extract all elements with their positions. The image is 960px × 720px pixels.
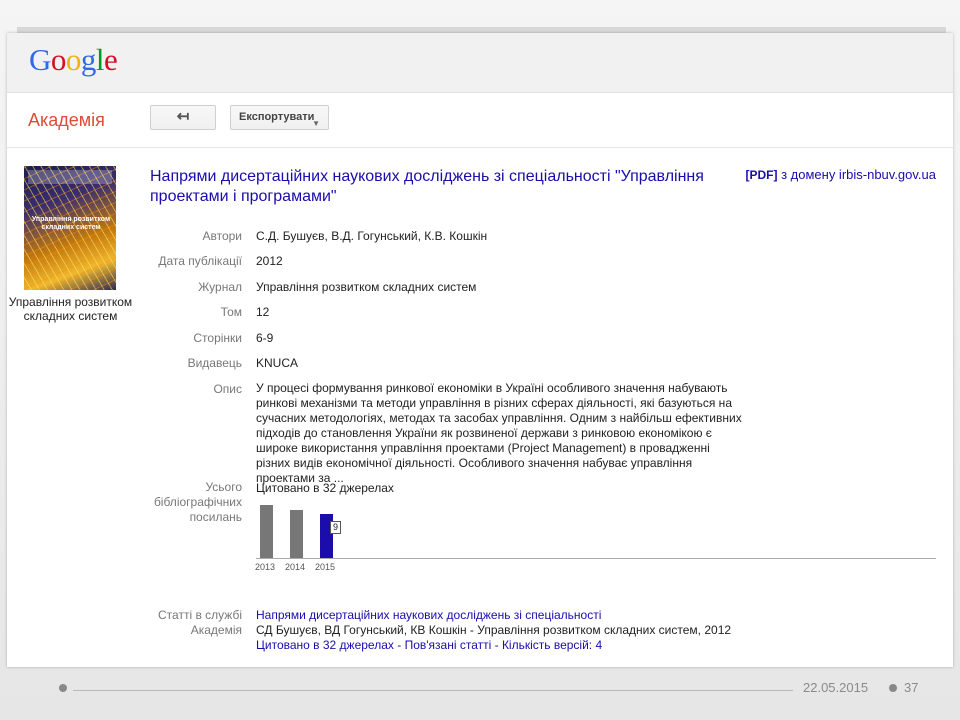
back-arrow-icon: ↤ <box>176 108 190 125</box>
field-value: У процесі формування ринкової економіки … <box>256 381 742 485</box>
field-label: Журнал <box>198 280 242 294</box>
chart-value-label: 9 <box>330 521 342 534</box>
google-logo[interactable]: Google <box>29 42 118 78</box>
scholar-toolbar: Академія ↤ Експортувати ▼ <box>7 93 953 148</box>
chart-bar-2014[interactable] <box>290 510 303 558</box>
field-value: 12 <box>256 305 270 319</box>
article-title-link[interactable]: Напрями дисертаційних наукових досліджен… <box>150 167 710 207</box>
pdf-source: з домену irbis-nbuv.gov.ua <box>781 167 936 182</box>
field-label: Видавець <box>187 356 242 370</box>
section-title[interactable]: Академія <box>28 110 105 131</box>
chart-axis <box>256 558 936 559</box>
screenshot-window: Google Академія ↤ Експортувати ▼ Управлі… <box>7 33 953 667</box>
field-value: 2012 <box>256 254 283 268</box>
book-cover-image[interactable]: Управління розвитком складних систем <box>24 166 116 290</box>
footer-date: 22.05.2015 <box>803 680 869 695</box>
chart-tick-2015: 2015 <box>315 562 336 572</box>
scholar-meta: СД Бушуєв, ВД Гогунський, КВ Кошкін - Уп… <box>256 623 732 637</box>
export-label: Експортувати <box>239 111 315 123</box>
field-label: Статті в службі Академія <box>158 608 242 637</box>
chart-bar-2013[interactable] <box>260 505 273 558</box>
field-label: Опис <box>213 382 242 396</box>
field-label: Том <box>220 305 242 319</box>
citations-link[interactable]: Цитовано в 32 джерелах <box>256 480 394 496</box>
export-dropdown[interactable]: Експортувати ▼ <box>230 105 329 130</box>
field-label: Дата публікації <box>158 254 242 268</box>
versions-link[interactable]: Кількість версій: 4 <box>502 638 602 652</box>
cover-inner-title: Управління розвитком складних систем <box>31 216 111 231</box>
separator: - <box>491 638 502 652</box>
chart-tick-2014: 2014 <box>285 562 306 572</box>
slide-number: 37 <box>904 680 919 695</box>
related-articles-link[interactable]: Пов'язані статті <box>405 638 492 652</box>
field-label: Сторінки <box>193 331 242 345</box>
scholar-title-link[interactable]: Напрями дисертаційних наукових досліджен… <box>256 608 731 623</box>
field-value: С.Д. Бушуєв, В.Д. Гогунський, К.В. Кошкі… <box>256 229 488 243</box>
pdf-link[interactable]: [PDF] з домену irbis-nbuv.gov.ua <box>745 167 936 182</box>
field-value: KNUCA <box>256 356 299 370</box>
google-bar: Google <box>7 33 953 93</box>
field-value: Управління розвитком складних систем <box>256 280 477 294</box>
footer-dot-right <box>889 684 897 692</box>
pdf-tag: [PDF] <box>745 168 778 182</box>
chart-bar-2015[interactable]: 9 <box>320 514 342 558</box>
cover-caption[interactable]: Управління розвитком складних систем <box>7 295 134 323</box>
cover-header-band <box>28 170 112 184</box>
field-label: Автори <box>202 229 242 243</box>
scholar-cited-link[interactable]: Цитовано в 32 джерелах <box>256 638 394 652</box>
footer-dot-left <box>59 684 67 692</box>
chevron-down-icon: ▼ <box>312 119 320 128</box>
field-label: Усього бібліографічних посилань <box>153 480 242 524</box>
scholar-entry: Напрями дисертаційних наукових досліджен… <box>256 608 731 653</box>
chart-tick-2013: 2013 <box>255 562 276 572</box>
footer-divider <box>73 690 793 691</box>
field-value: 6-9 <box>256 331 274 345</box>
citations-chart: 2013 2014 9 2015 <box>255 499 936 579</box>
separator: - <box>393 638 405 652</box>
back-button[interactable]: ↤ <box>150 105 216 130</box>
